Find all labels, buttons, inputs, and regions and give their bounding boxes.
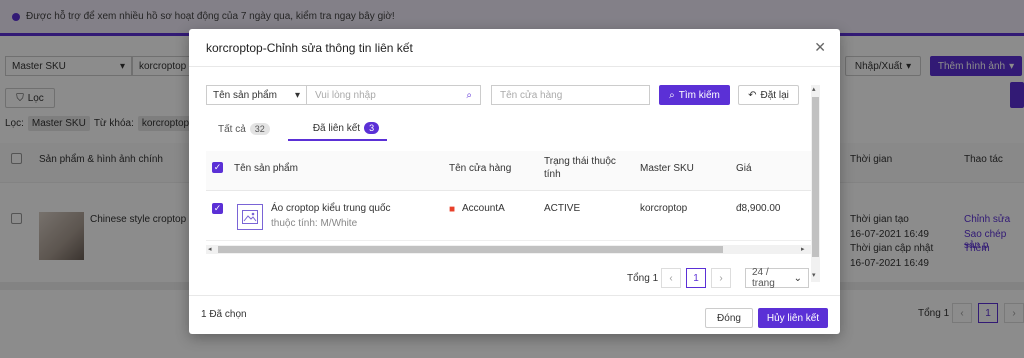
row-attribute: thuộc tính: M/White (271, 218, 358, 229)
edit-link-modal: korcroptop-Chỉnh sửa thông tin liên kết … (189, 29, 840, 334)
close-button-label: Đóng (717, 312, 741, 324)
reset-button-label: Đặt lại (760, 89, 789, 101)
modal-header: korcroptop-Chỉnh sửa thông tin liên kết (189, 29, 840, 67)
vscroll-thumb[interactable] (812, 97, 819, 257)
caret-down-icon: ▾ (294, 89, 300, 101)
search-icon: ⌕ (669, 89, 675, 101)
reset-icon: ↶ (748, 89, 757, 101)
pagination-total: Tổng 1 (627, 273, 659, 284)
row-price: đ8,900.00 (736, 203, 781, 214)
search-field-select[interactable]: Tên sản phẩm ▾ (206, 85, 307, 105)
row-checkbox[interactable]: ✓ (212, 203, 223, 214)
search-button-label: Tìm kiếm (678, 89, 720, 101)
unlink-button-label: Hủy liên kết (766, 312, 820, 324)
col-product-name: Tên sản phẩm (234, 163, 298, 174)
modal-footer: 1 Đã chọn Đóng Hủy liên kết (189, 295, 840, 334)
scroll-down-icon[interactable]: ▾ (812, 271, 816, 279)
search-placeholder: Vui lòng nhập (315, 89, 376, 101)
col-store-name: Tên cửa hàng (449, 163, 512, 174)
page-size-select[interactable]: 24 / trang ⌄ (745, 267, 809, 289)
col-master-sku: Master SKU (640, 163, 694, 174)
link-tabs: Tất cả 32 Đã liên kết 3 (206, 117, 388, 141)
reset-button[interactable]: ↶ Đặt lại (738, 85, 799, 105)
row-master-sku: korcroptop (640, 203, 688, 214)
unlink-button[interactable]: Hủy liên kết (758, 308, 828, 328)
search-field-label: Tên sản phẩm (213, 89, 277, 101)
scroll-up-icon[interactable]: ▴ (812, 85, 816, 93)
modal-vertical-scrollbar[interactable]: ▴ ▾ (811, 85, 820, 282)
row-status: ACTIVE (544, 203, 581, 214)
close-button[interactable]: Đóng (705, 308, 753, 328)
store-icon: ■ (449, 204, 456, 215)
scroll-right-icon[interactable]: ▸ (801, 245, 805, 253)
row-product-name: Áo croptop kiểu trung quốc (271, 203, 391, 214)
search-icon: ⌕ (466, 89, 472, 101)
row-store-name: AccountA (462, 203, 505, 214)
search-input[interactable]: Vui lòng nhập ⌕ (306, 85, 481, 105)
store-name-input[interactable]: Tên cửa hàng (491, 85, 650, 105)
linked-table-header: ✓ Tên sản phẩm Tên cửa hàng Trạng thái t… (206, 151, 811, 191)
select-all-checkbox[interactable]: ✓ (212, 162, 223, 173)
current-page[interactable]: 1 (686, 268, 706, 288)
tab-all-count: 32 (249, 123, 270, 135)
table-horizontal-scrollbar[interactable]: ◂ ▸ (206, 245, 811, 254)
modal-title: korcroptop-Chỉnh sửa thông tin liên kết (206, 40, 413, 55)
tab-linked-count: 3 (364, 122, 380, 134)
selected-count: 1 Đã chọn (201, 309, 247, 320)
tab-all-label: Tất cả (218, 123, 246, 135)
tab-all[interactable]: Tất cả 32 (206, 117, 282, 141)
next-page-button[interactable]: › (711, 268, 731, 288)
close-icon[interactable]: ✕ (814, 39, 826, 56)
tab-linked[interactable]: Đã liên kết 3 (287, 117, 388, 141)
prev-page-button[interactable]: ‹ (661, 268, 681, 288)
scroll-left-icon[interactable]: ◂ (208, 245, 212, 253)
table-row: ✓ Áo croptop kiểu trung quốc thuộc tính:… (206, 191, 811, 241)
store-placeholder: Tên cửa hàng (500, 89, 563, 101)
search-button[interactable]: ⌕ Tìm kiếm (659, 85, 730, 105)
scrollbar-thumb[interactable] (218, 246, 723, 253)
chevron-down-icon: ⌄ (793, 272, 802, 284)
col-attribute-status: Trạng thái thuộc tính (544, 156, 616, 180)
image-placeholder-icon (237, 204, 263, 230)
tab-linked-label: Đã liên kết (312, 122, 361, 134)
col-price: Giá (736, 163, 752, 174)
page-size-label: 24 / trang (752, 267, 775, 289)
